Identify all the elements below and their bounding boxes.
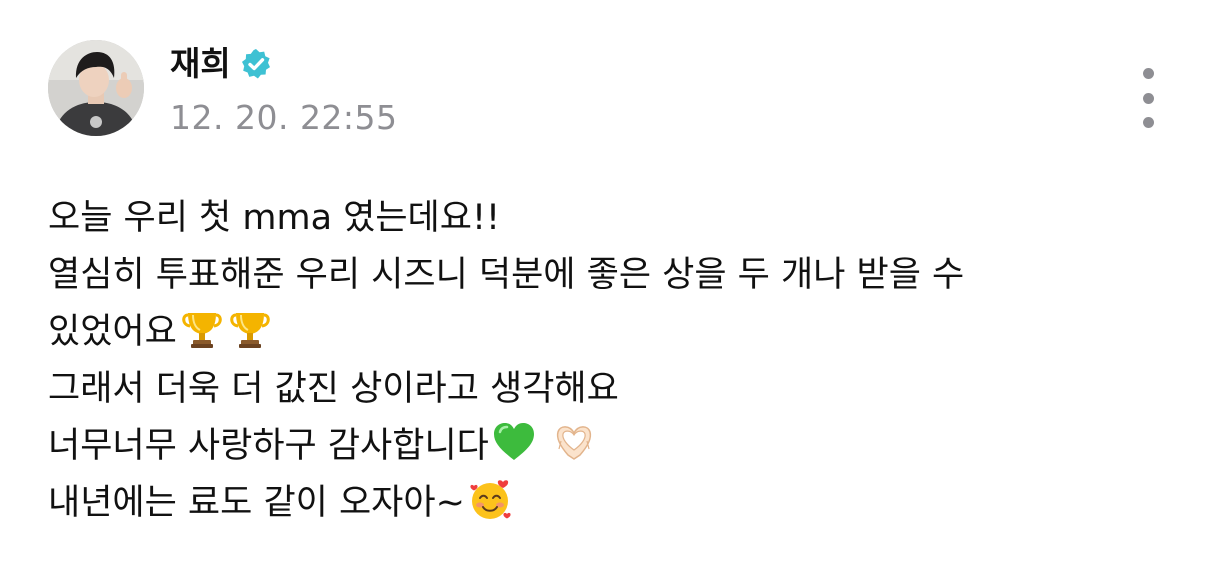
post-body: 오늘 우리 첫 mma 였는데요!! 열심히 투표해준 우리 시즈니 덕분에 좋… — [48, 190, 1168, 532]
more-dot-icon — [1142, 68, 1154, 79]
post-line: 그래서 더욱 더 값진 상이라고 생각해요 — [48, 361, 1168, 418]
post-header: 재희 12. 20. 22:55 — [48, 40, 1168, 140]
post-line: 너무너무 사랑하구 감사합니다 — [48, 418, 1168, 475]
more-dot-icon — [1142, 117, 1154, 128]
post-line: 내년에는 료도 같이 오자아~ — [48, 475, 1168, 532]
post-line: 있었어요 — [48, 304, 1168, 361]
smiling-face-with-hearts-icon — [467, 476, 513, 522]
post-line-text: 내년에는 료도 같이 오자아~ — [48, 483, 465, 523]
trophy-icon — [179, 305, 225, 351]
post-line-text: 너무너무 사랑하구 감사합니다 — [48, 426, 489, 466]
more-options-button[interactable] — [1128, 68, 1168, 128]
more-dot-icon — [1142, 92, 1154, 104]
trophy-icon — [227, 305, 273, 351]
post-line-text: 그래서 더욱 더 값진 상이라고 생각해요 — [48, 369, 619, 409]
post-line: 오늘 우리 첫 mma 였는데요!! — [48, 190, 1168, 247]
heart-hands-icon — [551, 419, 597, 465]
post-line-text: 있었어요 — [48, 312, 177, 352]
author-name[interactable]: 재희 — [170, 42, 273, 86]
post-line-text: 열심히 투표해준 우리 시즈니 덕분에 좋은 상을 두 개나 받을 수 — [48, 255, 965, 295]
green-heart-icon — [491, 419, 537, 465]
verified-badge-icon — [239, 47, 273, 81]
post-timestamp: 12. 20. 22:55 — [170, 98, 398, 137]
post-line-text: 오늘 우리 첫 mma 였는데요!! — [48, 198, 501, 238]
author-name-text[interactable]: 재희 — [170, 42, 231, 86]
post-line: 열심히 투표해준 우리 시즈니 덕분에 좋은 상을 두 개나 받을 수 — [48, 247, 1168, 304]
author-avatar[interactable] — [48, 40, 144, 136]
